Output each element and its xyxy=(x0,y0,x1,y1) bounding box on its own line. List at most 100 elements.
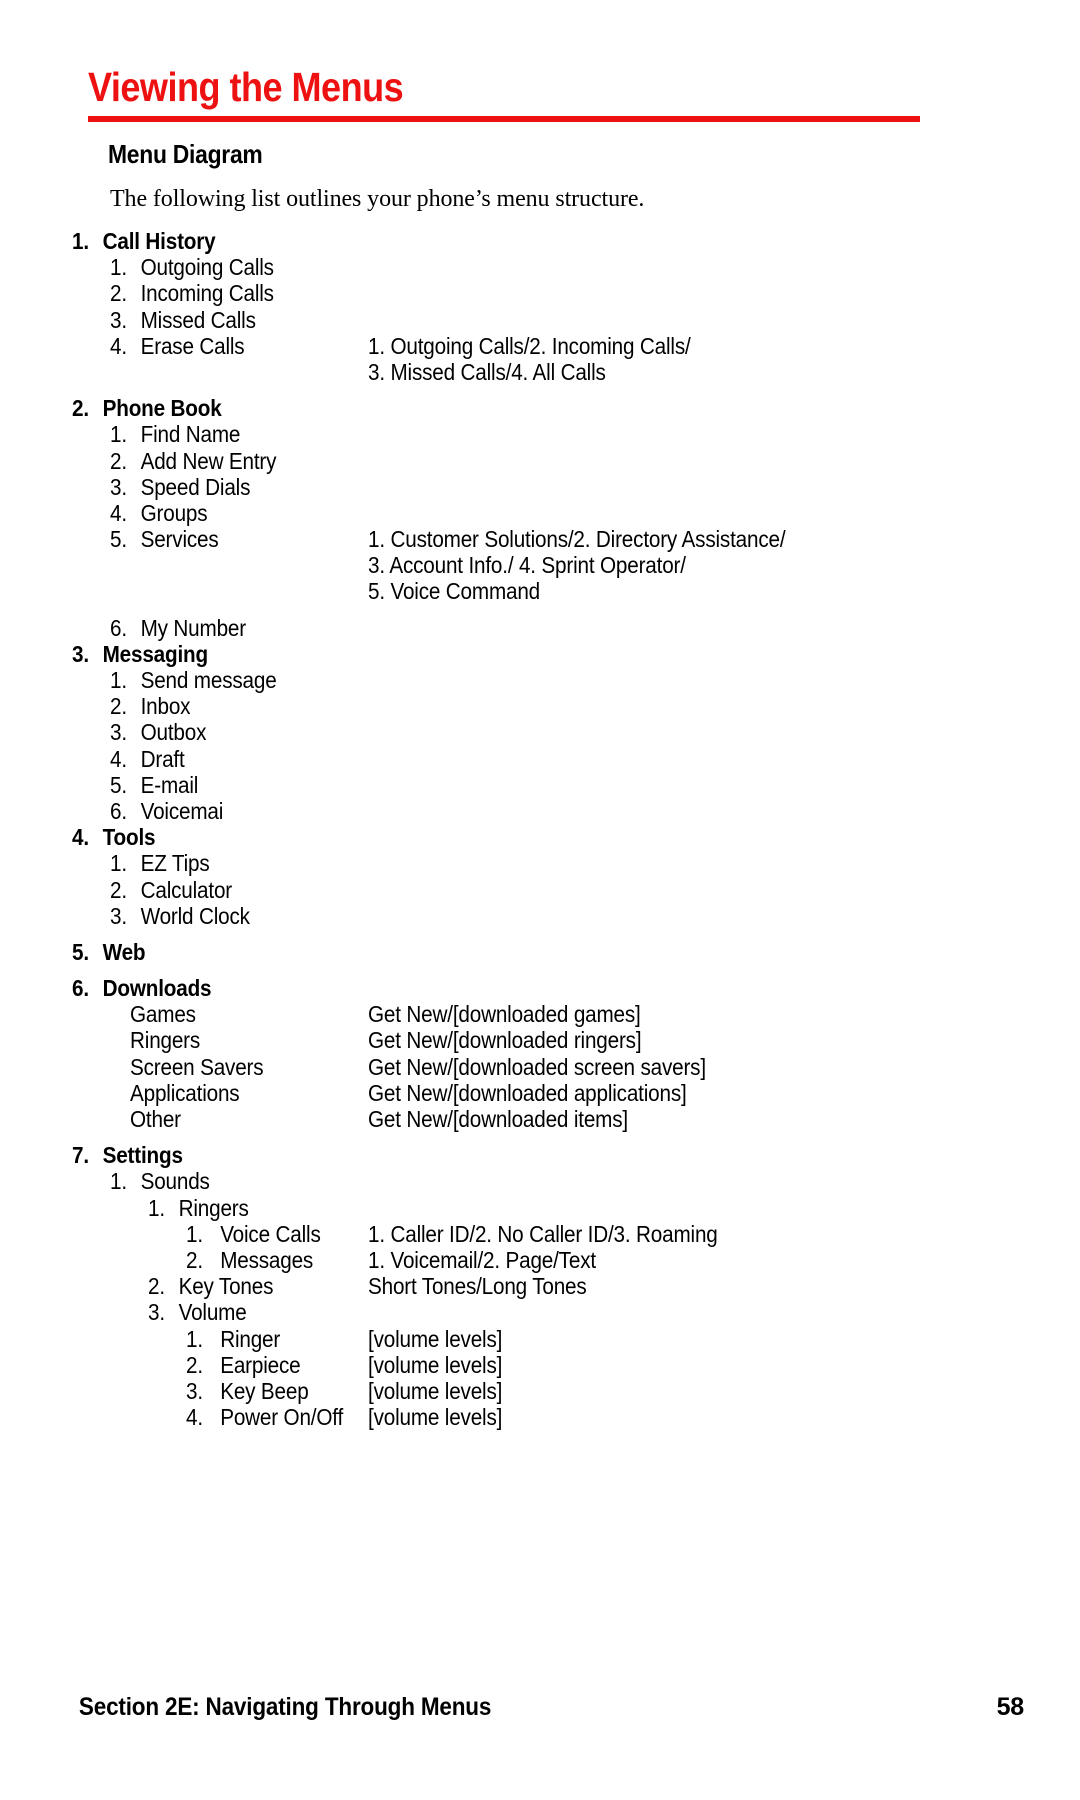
menu-item-label: Games xyxy=(130,1001,196,1028)
menu-item-number: 1. xyxy=(186,1220,203,1247)
menu-item-number: 2. xyxy=(148,1273,165,1300)
menu-item-number: 1. xyxy=(110,667,127,693)
menu-item-left-column: 5. E-mail xyxy=(110,772,198,798)
menu-item-label: Voicemai xyxy=(140,797,224,824)
menu-item-number: 2. xyxy=(110,876,127,903)
menu-item-label: Groups xyxy=(140,499,208,526)
menu-outline-row: 1. Send message xyxy=(0,667,1080,693)
menu-item-label: Call History xyxy=(102,228,216,254)
menu-item-options: Short Tones/Long Tones xyxy=(368,1273,587,1300)
menu-outline-row: 3. Missed Calls/4. All Calls xyxy=(0,359,1080,385)
menu-item-label: Services xyxy=(140,526,219,553)
menu-item-number: 3. xyxy=(110,473,127,500)
menu-item-number: 1. xyxy=(148,1194,165,1221)
menu-item-number: 1. xyxy=(110,850,127,877)
menu-outline-row: 6. Voicemai xyxy=(0,798,1080,824)
menu-item-label: Tools xyxy=(102,824,156,851)
menu-item-left-column: 1. Call History xyxy=(72,228,216,254)
menu-item-number: 5. xyxy=(110,771,127,798)
menu-outline-row: 1. Ringers xyxy=(0,1195,1080,1221)
menu-item-number: 3. xyxy=(110,306,127,333)
menu-item-number: 1. xyxy=(186,1325,203,1352)
menu-item-label: Messages xyxy=(220,1246,314,1273)
menu-item-number: 5. xyxy=(72,938,89,965)
menu-outline-row: 2. Messages 1. Voicemail/2. Page/Text xyxy=(0,1247,1080,1273)
menu-item-label: Screen Savers xyxy=(130,1053,264,1080)
menu-outline-row: 1. Outgoing Calls xyxy=(0,254,1080,280)
menu-outline-row: Other Get New/[downloaded items] xyxy=(0,1106,1080,1132)
menu-item-number: 3. xyxy=(72,640,89,667)
menu-item-left-column: Screen Savers xyxy=(130,1053,264,1080)
menu-item-label: My Number xyxy=(140,614,247,641)
menu-item-left-column: 4. Tools xyxy=(72,824,156,851)
menu-item-left-column: 3. Volume xyxy=(148,1299,247,1325)
menu-item-label: Web xyxy=(102,938,146,965)
menu-outline-row: 6. My Number xyxy=(0,615,1080,641)
menu-item-label: Earpiece xyxy=(220,1351,301,1378)
menu-item-left-column: 3. Missed Calls xyxy=(110,307,256,333)
menu-outline-row: 2. Inbox xyxy=(0,693,1080,719)
menu-item-number: 3. xyxy=(110,719,127,746)
menu-item-number: 4. xyxy=(72,824,89,851)
menu-item-label: Inbox xyxy=(140,693,191,720)
footer-section-label: Section 2E: Navigating Through Menus xyxy=(78,1693,492,1721)
intro-paragraph: The following list outlines your phone’s… xyxy=(110,186,645,212)
menu-outline-row: 4. Tools xyxy=(0,824,1080,850)
menu-item-number: 5. xyxy=(110,526,127,553)
menu-item-options: 1. Caller ID/2. No Caller ID/3. Roaming xyxy=(368,1220,718,1247)
menu-outline-row: Games Get New/[downloaded games] xyxy=(0,1001,1080,1027)
menu-item-number: 1. xyxy=(110,421,127,448)
title-block: Viewing the Menus xyxy=(88,64,920,123)
menu-item-label: Erase Calls xyxy=(140,332,245,359)
menu-item-number: 4. xyxy=(186,1404,203,1431)
menu-item-number: 4. xyxy=(110,332,127,359)
menu-item-left-column: 7. Settings xyxy=(72,1142,183,1168)
menu-item-left-column: 2. Messages xyxy=(186,1247,313,1273)
menu-outline-row: 2. Key Tones Short Tones/Long Tones xyxy=(0,1273,1080,1299)
menu-item-number: 1. xyxy=(110,254,127,281)
menu-item-options: Get New/[downloaded games] xyxy=(368,1001,641,1028)
menu-outline-row: 5. Services 1. Customer Solutions/2. Direc… xyxy=(0,526,1080,552)
menu-item-number: 2. xyxy=(110,280,127,307)
page-footer: Section 2E: Navigating Through Menus 58 xyxy=(56,1693,1024,1722)
menu-outline-row: 2. Incoming Calls xyxy=(0,280,1080,306)
menu-item-options: 1. Outgoing Calls/2. Incoming Calls/ xyxy=(368,332,691,359)
menu-item-options: 3. Missed Calls/4. All Calls xyxy=(368,358,606,385)
menu-outline-row: 4. Power On/Off [volume levels] xyxy=(0,1404,1080,1430)
menu-item-label: Voice Calls xyxy=(220,1220,321,1247)
menu-item-left-column: 5. Services xyxy=(110,526,219,552)
menu-item-options: [volume levels] xyxy=(368,1377,503,1404)
menu-item-label: Calculator xyxy=(140,876,233,903)
menu-outline-row: 1. Sounds xyxy=(0,1168,1080,1194)
menu-item-label: Outgoing Calls xyxy=(140,254,274,281)
page-title: Viewing the Menus xyxy=(88,64,404,110)
menu-item-number: 1. xyxy=(110,1168,127,1195)
menu-item-number: 2. xyxy=(110,447,127,474)
title-underline-rule xyxy=(88,116,920,123)
menu-item-label: Send message xyxy=(140,667,277,693)
menu-item-number: 4. xyxy=(110,499,127,526)
menu-outline-row: 5. Web xyxy=(0,939,1080,965)
menu-item-label: Ringer xyxy=(220,1325,281,1352)
menu-outline-row: 1. Voice Calls 1. Caller ID/2. No Caller I… xyxy=(0,1221,1080,1247)
menu-outline-row: 2. Earpiece [volume levels] xyxy=(0,1352,1080,1378)
menu-item-number: 2. xyxy=(110,693,127,720)
menu-item-left-column: Applications xyxy=(130,1080,240,1106)
menu-item-left-column: 1. Outgoing Calls xyxy=(110,254,274,280)
menu-item-label: Outbox xyxy=(140,719,207,746)
menu-item-options: 5. Voice Command xyxy=(368,578,541,605)
menu-item-left-column: 6. Downloads xyxy=(72,975,212,1001)
document-page: Viewing the Menus Menu Diagram The follo… xyxy=(0,0,1080,1800)
menu-item-number: 2. xyxy=(72,395,89,422)
menu-outline-row: 1. Find Name xyxy=(0,421,1080,447)
menu-item-label: Ringers xyxy=(178,1194,249,1221)
menu-outline-row: 2. Calculator xyxy=(0,877,1080,903)
menu-outline-row: 4. Erase Calls 1. Outgoing Calls/2. Incomi… xyxy=(0,333,1080,359)
menu-item-left-column: 3. World Clock xyxy=(110,903,250,929)
menu-item-number: 3. xyxy=(186,1377,203,1404)
menu-item-label: Messaging xyxy=(102,640,209,667)
menu-outline-row: Ringers Get New/[downloaded ringers] xyxy=(0,1027,1080,1053)
menu-item-left-column: 1. Find Name xyxy=(110,421,240,447)
menu-item-options: [volume levels] xyxy=(368,1325,503,1352)
menu-item-number: 7. xyxy=(72,1142,89,1169)
